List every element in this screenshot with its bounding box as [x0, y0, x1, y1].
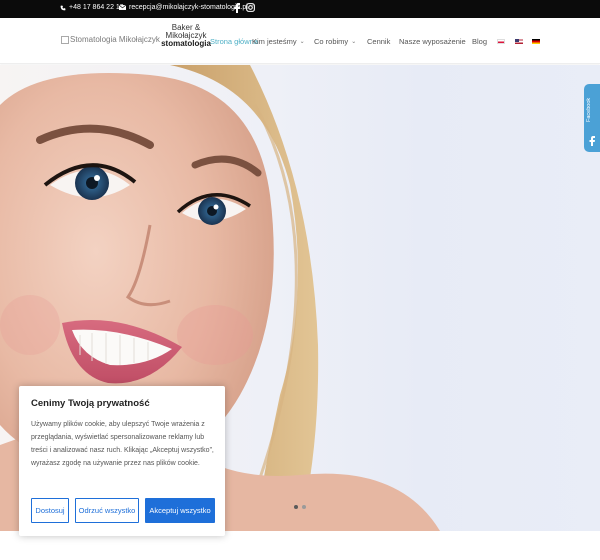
facebook-link[interactable] — [234, 3, 240, 13]
nav-item-label: Kim jesteśmy — [252, 37, 297, 46]
brand-name[interactable]: Baker & Mikołajczyk stomatologia — [160, 24, 212, 48]
de-flag-icon[interactable] — [532, 39, 540, 44]
nav-item-label: Cennik — [367, 37, 391, 46]
chevron-down-icon: ⌄ — [351, 39, 357, 45]
broken-image-icon — [61, 35, 69, 44]
facebook-icon — [589, 136, 595, 146]
chevron-down-icon: ⌄ — [299, 39, 305, 45]
mail-icon — [119, 5, 126, 10]
logo-link[interactable]: Stomatologia Mikołajczyk — [61, 35, 160, 44]
nav-item-about[interactable]: Kim jesteśmy ⌄ — [252, 37, 305, 46]
instagram-link[interactable] — [246, 3, 255, 12]
accept-all-button[interactable]: Akceptuj wszystko — [145, 498, 215, 523]
email-link[interactable]: recepcja@mikolajczyk-stomatologia.pl — [119, 4, 248, 11]
reject-all-button[interactable]: Odrzuć wszystko — [75, 498, 139, 523]
facebook-side-tab[interactable]: Facebook — [584, 84, 600, 152]
phone-link[interactable]: +48 17 864 22 19 — [60, 4, 124, 11]
customize-button[interactable]: Dostosuj — [31, 498, 69, 523]
nav-item-services[interactable]: Co robimy ⌄ — [314, 37, 356, 46]
slider-dots — [294, 505, 306, 509]
slider-dot[interactable] — [294, 505, 298, 509]
nav-item-blog[interactable]: Blog — [472, 37, 487, 46]
brand-line-3: stomatologia — [161, 39, 211, 48]
slider-dot[interactable] — [302, 505, 306, 509]
nav-item-pricing[interactable]: Cennik — [367, 37, 390, 46]
cookie-title: Cenimy Twoją prywatność — [31, 398, 150, 409]
site-header: Stomatologia Mikołajczyk Baker & Mikołaj… — [0, 18, 600, 64]
nav-item-label: Co robimy — [314, 37, 349, 46]
en-flag-icon[interactable] — [515, 39, 523, 44]
pl-flag-icon[interactable] — [497, 39, 505, 44]
facebook-icon — [234, 3, 240, 13]
nav-item-label: Strona główna — [210, 37, 258, 46]
nav-item-home[interactable]: Strona główna — [210, 37, 258, 46]
email-text: recepcja@mikolajczyk-stomatologia.pl — [129, 4, 248, 11]
nav-item-label: Blog — [472, 37, 488, 46]
instagram-icon — [246, 3, 255, 12]
cookie-body: Używamy plików cookie, aby ulepszyć Twoj… — [31, 421, 214, 467]
phone-icon — [60, 5, 66, 10]
nav-item-label: Nasze wyposażenie — [399, 37, 466, 46]
logo-alt-text: Stomatologia Mikołajczyk — [70, 35, 160, 44]
cookie-consent-dialog: Cenimy Twoją prywatność Używamy plików c… — [19, 386, 225, 536]
facebook-side-tab-label: Facebook — [586, 97, 592, 122]
phone-text: +48 17 864 22 19 — [69, 4, 124, 11]
nav-item-equipment[interactable]: Nasze wyposażenie — [399, 37, 466, 46]
top-bar: +48 17 864 22 19 recepcja@mikolajczyk-st… — [0, 0, 600, 18]
